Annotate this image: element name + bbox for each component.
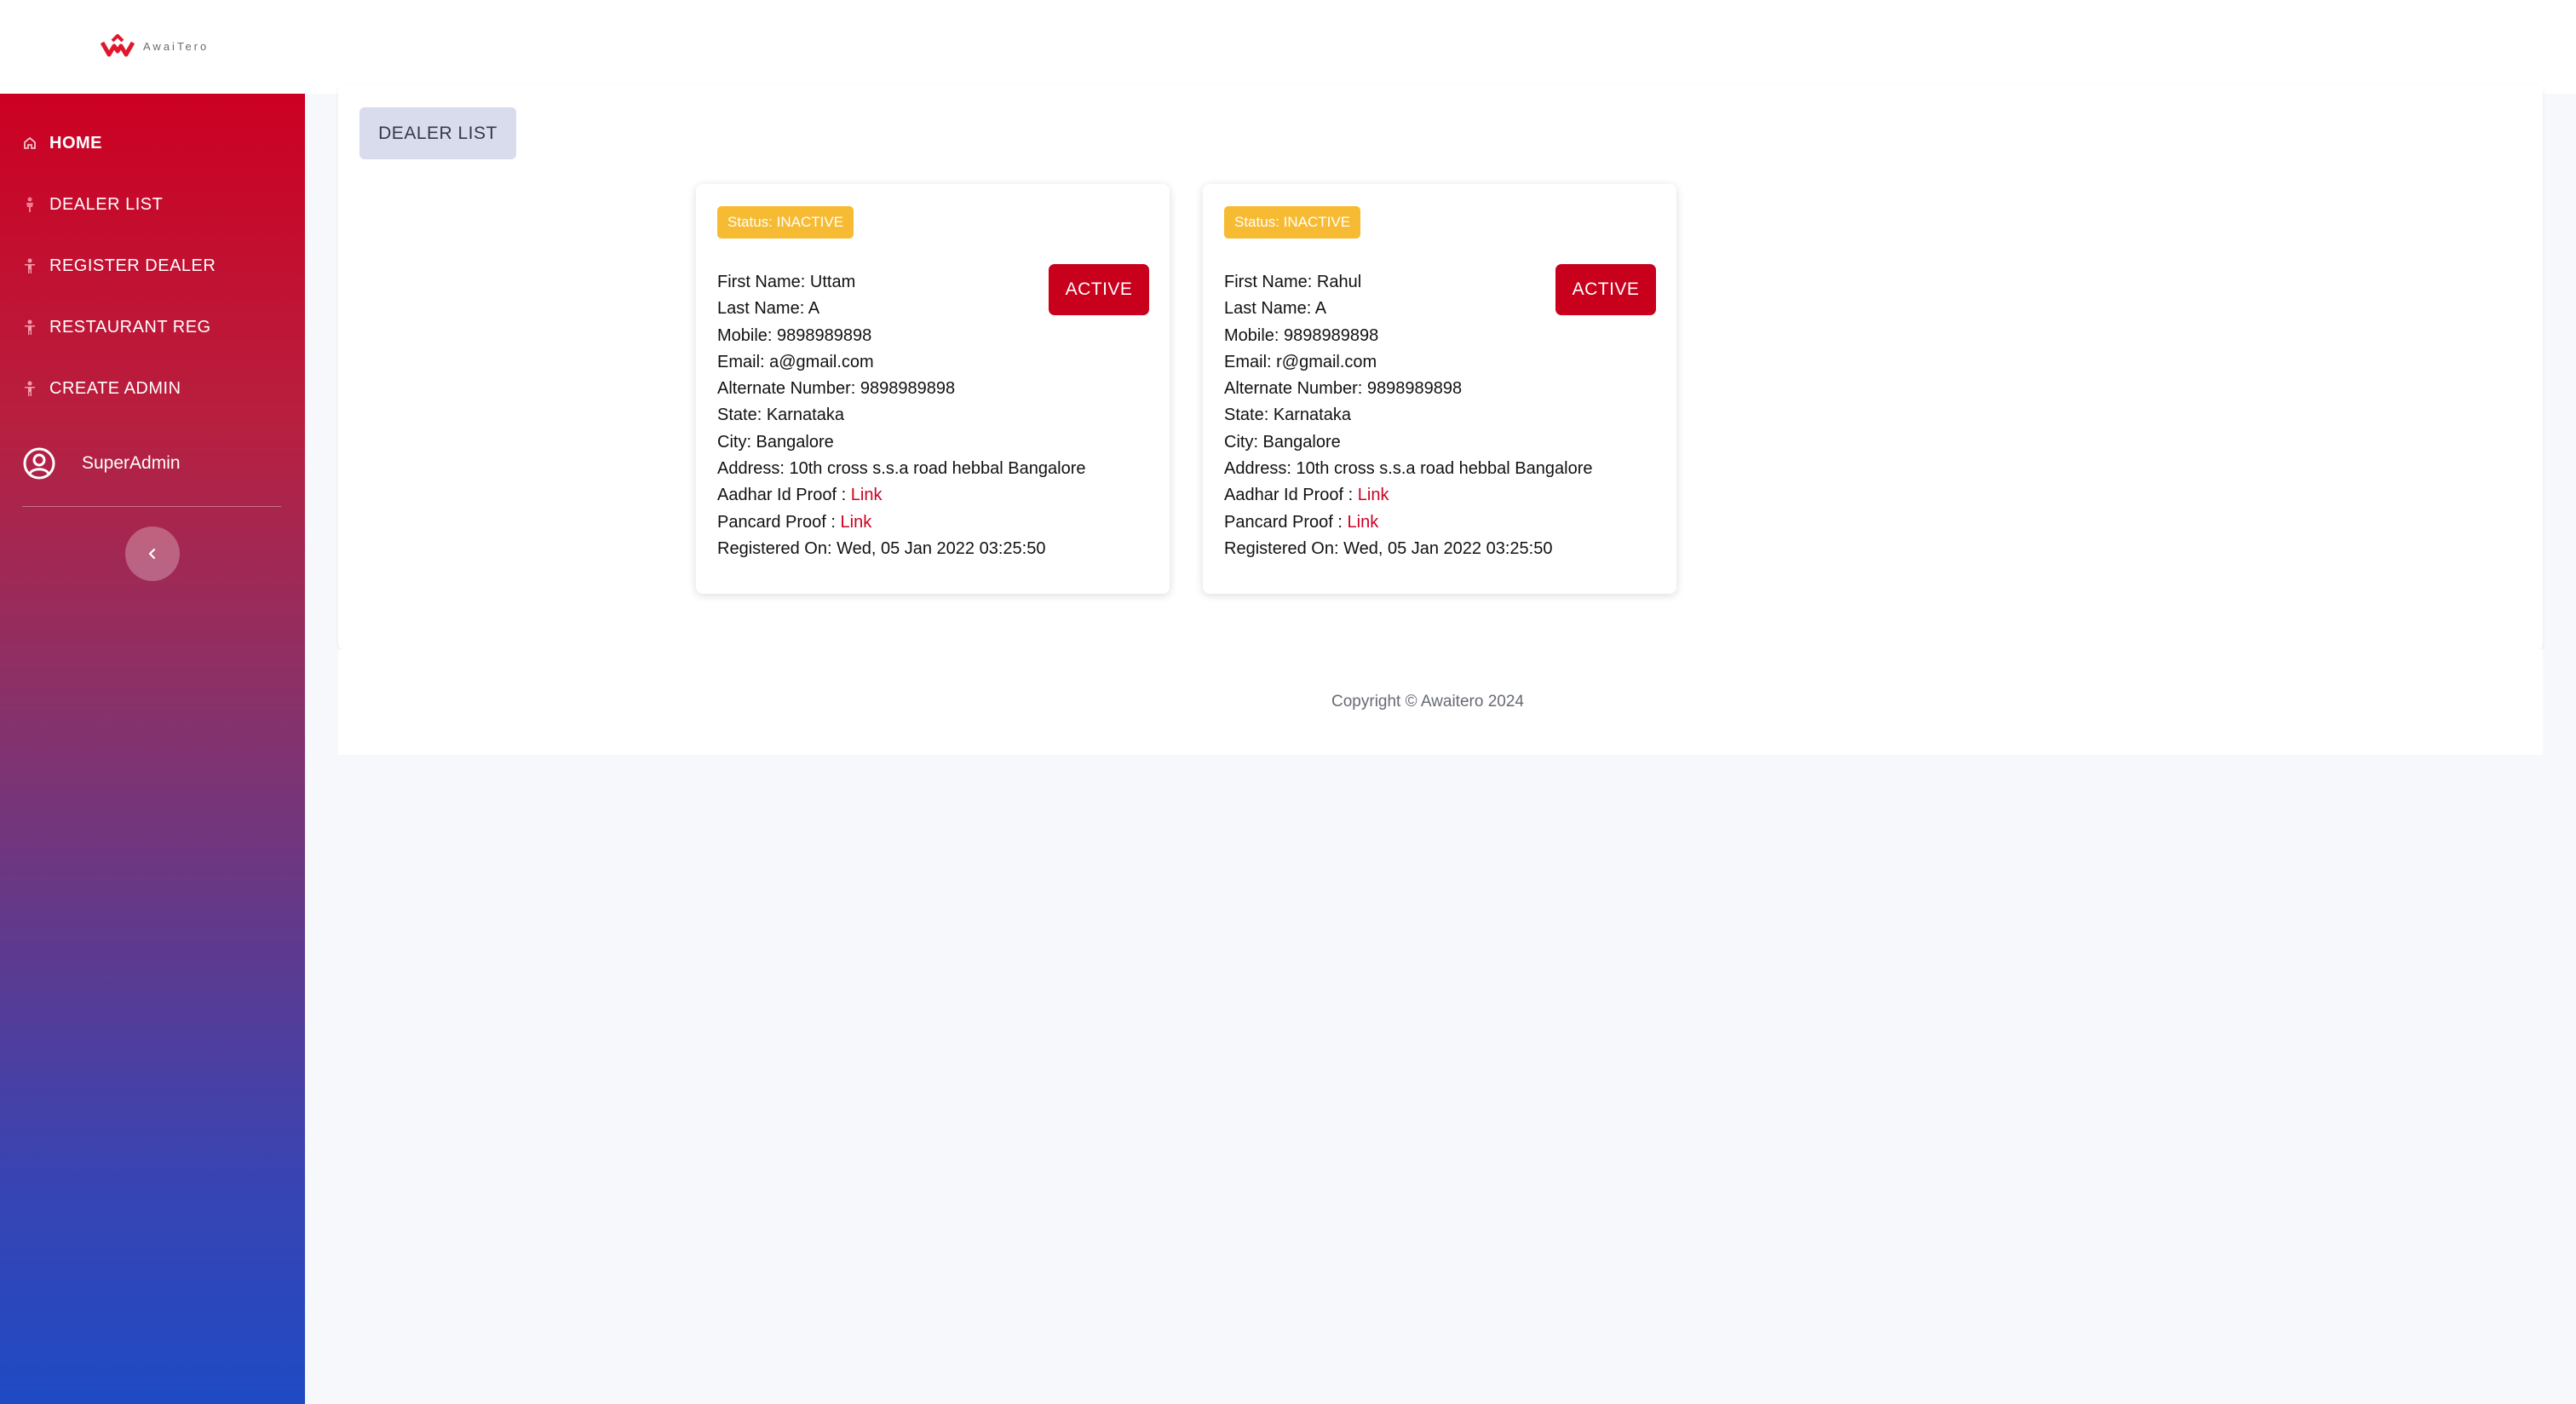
person-icon <box>22 258 37 273</box>
registered-on: Registered On: Wed, 05 Jan 2022 03:25:50 <box>1224 538 1553 558</box>
dealer-details: ACTIVE First Name: Uttam Last Name: A Mo… <box>717 264 1149 562</box>
sidebar-collapse-button[interactable] <box>125 526 180 581</box>
logo-icon <box>101 34 135 57</box>
sidebar-item-restaurant-reg[interactable]: RESTAURANT REG <box>0 296 305 358</box>
pancard-proof-link[interactable]: Link <box>1348 513 1379 532</box>
pancard-proof: Pancard Proof : Link <box>1224 509 1656 536</box>
tab-dealer-list[interactable]: DEALER LIST <box>359 107 516 159</box>
sidebar: HOME DEALER LIST REGISTER DEALER RESTAUR… <box>0 94 305 1404</box>
dealer-card: Status: INACTIVE ACTIVE First Name: Rahu… <box>1203 184 1676 594</box>
aadhar-proof: Aadhar Id Proof : Link <box>717 482 1149 509</box>
pancard-proof-label: Pancard Proof : <box>717 512 841 532</box>
user-name: SuperAdmin <box>82 453 181 473</box>
email: Email: a@gmail.com <box>717 352 874 371</box>
sidebar-item-create-admin[interactable]: CREATE ADMIN <box>0 358 305 419</box>
mobile: Mobile: 9898989898 <box>1224 325 1379 345</box>
sidebar-item-register-dealer[interactable]: REGISTER DEALER <box>0 235 305 296</box>
sidebar-item-label: HOME <box>49 133 102 152</box>
activate-button[interactable]: ACTIVE <box>1049 264 1149 315</box>
registered-on: Registered On: Wed, 05 Jan 2022 03:25:50 <box>717 538 1046 558</box>
mobile: Mobile: 9898989898 <box>717 325 872 345</box>
address: Address: 10th cross s.s.a road hebbal Ba… <box>717 459 1086 479</box>
sidebar-nav: HOME DEALER LIST REGISTER DEALER RESTAUR… <box>0 94 305 419</box>
alternate-number: Alternate Number: 9898989898 <box>1224 379 1463 399</box>
sidebar-divider <box>22 506 281 507</box>
user-circle-icon <box>23 447 55 480</box>
copyright-text: Copyright © Awaitero 2024 <box>1331 693 1524 711</box>
logo-text: AwaiTero <box>143 39 210 53</box>
sidebar-item-dealer-list[interactable]: DEALER LIST <box>0 174 305 235</box>
address: Address: 10th cross s.s.a road hebbal Ba… <box>1224 459 1593 479</box>
status-badge: Status: INACTIVE <box>717 206 854 239</box>
pancard-proof-link[interactable]: Link <box>841 513 872 532</box>
pancard-proof-label: Pancard Proof : <box>1224 512 1348 532</box>
person-icon <box>22 319 37 335</box>
status-badge: Status: INACTIVE <box>1224 206 1361 239</box>
aadhar-proof-link[interactable]: Link <box>851 486 883 504</box>
aadhar-proof-label: Aadhar Id Proof : <box>1224 486 1358 505</box>
home-icon <box>22 135 37 151</box>
city: City: Bangalore <box>717 432 834 452</box>
person-icon <box>22 197 37 212</box>
sidebar-item-home[interactable]: HOME <box>0 112 305 174</box>
footer: Copyright © Awaitero 2024 <box>338 649 2543 755</box>
sidebar-item-label: CREATE ADMIN <box>49 378 181 398</box>
sidebar-user[interactable]: SuperAdmin <box>0 431 305 496</box>
sidebar-item-label: DEALER LIST <box>49 194 164 214</box>
aadhar-proof: Aadhar Id Proof : Link <box>1224 482 1656 509</box>
pancard-proof: Pancard Proof : Link <box>717 509 1149 536</box>
sidebar-item-label: REGISTER DEALER <box>49 256 216 275</box>
activate-button[interactable]: ACTIVE <box>1555 264 1656 315</box>
email: Email: r@gmail.com <box>1224 352 1377 371</box>
main-content: DEALER LIST Status: INACTIVE ACTIVE Firs… <box>338 85 2543 649</box>
alternate-number: Alternate Number: 9898989898 <box>717 379 956 399</box>
dealer-details: ACTIVE First Name: Rahul Last Name: A Mo… <box>1224 264 1656 562</box>
city: City: Bangalore <box>1224 432 1341 452</box>
state: State: Karnataka <box>717 406 844 425</box>
chevron-left-icon <box>148 548 156 560</box>
state: State: Karnataka <box>1224 406 1351 425</box>
person-icon <box>22 381 37 396</box>
logo[interactable]: AwaiTero <box>101 34 209 58</box>
aadhar-proof-label: Aadhar Id Proof : <box>717 486 851 505</box>
aadhar-proof-link[interactable]: Link <box>1358 486 1389 504</box>
sidebar-item-label: RESTAURANT REG <box>49 317 211 337</box>
top-bar: AwaiTero <box>0 0 2576 94</box>
dealer-card: Status: INACTIVE ACTIVE First Name: Utta… <box>696 184 1170 594</box>
